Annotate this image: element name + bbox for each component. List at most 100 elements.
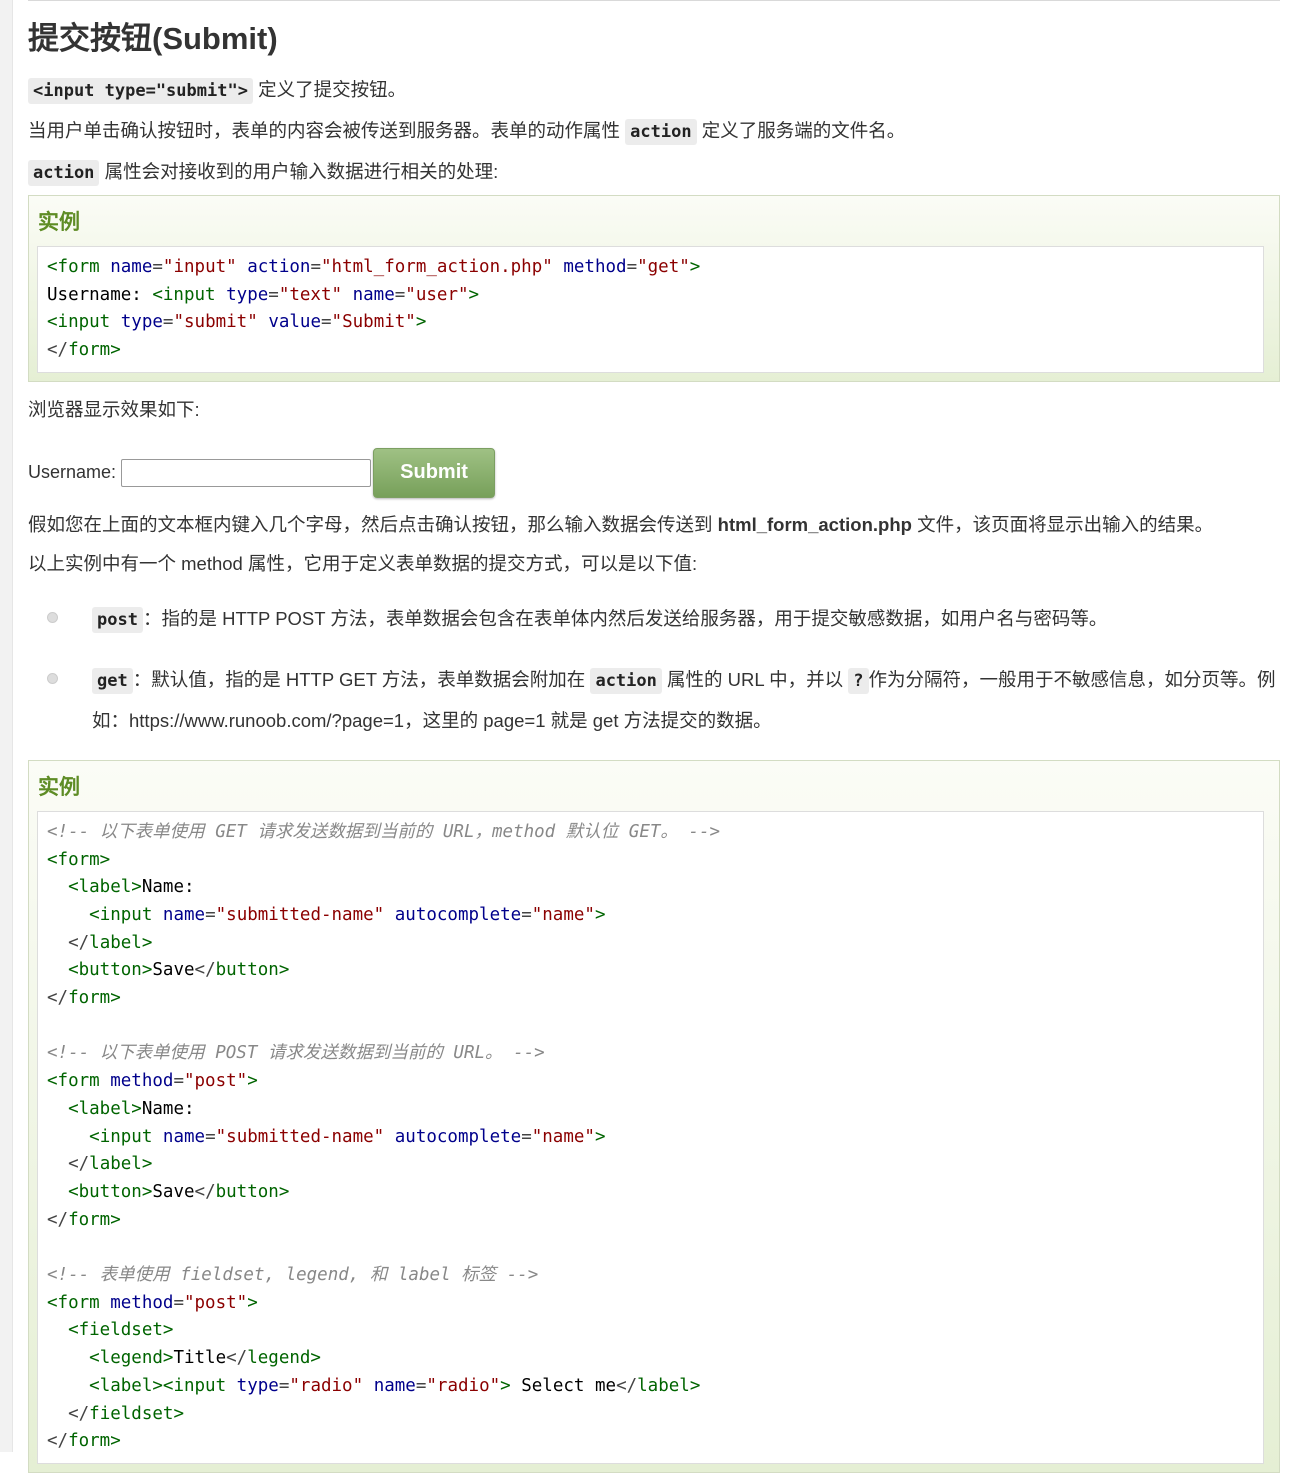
code-line: </form> xyxy=(47,1207,1254,1235)
code-line: <button>Save</button> xyxy=(47,1179,1254,1207)
code-token: > xyxy=(468,284,480,305)
code-token: button> xyxy=(215,1181,290,1202)
inline-code: <input type="submit"> xyxy=(28,78,253,104)
code-token: <input xyxy=(89,904,163,925)
code-token: = xyxy=(521,1126,532,1147)
code-token: "submit" xyxy=(173,312,258,333)
code-token: <form> xyxy=(47,849,111,870)
submit-button[interactable]: Submit xyxy=(373,447,496,498)
code-line: </form> xyxy=(47,337,1254,365)
code-token: </ xyxy=(194,960,216,981)
code-token: </ xyxy=(68,1154,90,1175)
code-line: <input type="submit" value="Submit"> xyxy=(47,309,1254,337)
code-line: <form method="post"> xyxy=(47,1068,1254,1096)
code-line: <!-- 以下表单使用 GET 请求发送数据到当前的 URL，method 默认… xyxy=(47,819,1254,847)
code-token: label> xyxy=(89,1154,153,1175)
code-token: = xyxy=(626,257,638,277)
code-token: = xyxy=(173,1071,184,1092)
inline-code: action xyxy=(625,119,697,145)
code-token: method xyxy=(563,257,627,277)
code-token: type xyxy=(236,1375,279,1396)
method-list: post ：指的是 HTTP POST 方法，表单数据会包含在表单体内然后发送给服… xyxy=(28,599,1280,740)
code-line: </label> xyxy=(47,1151,1254,1179)
code-token: form> xyxy=(68,1209,121,1230)
code-token: = xyxy=(521,904,532,925)
inline-code: action xyxy=(590,667,662,694)
code-token: <button> xyxy=(68,1181,153,1202)
text: 属性的 URL 中，并以 xyxy=(667,668,844,690)
code-token: = xyxy=(205,904,216,925)
code-token: = xyxy=(394,284,406,305)
code-line: </fieldset> xyxy=(47,1401,1254,1429)
code-token: </ xyxy=(47,988,69,1009)
text: ：指的是 HTTP POST 方法，表单数据会包含在表单体内然后发送给服务器，用… xyxy=(142,607,1108,629)
code-block-2: <!-- 以下表单使用 GET 请求发送数据到当前的 URL，method 默认… xyxy=(37,810,1264,1464)
code-token: <!-- 表单使用 fieldset, legend, 和 label 标签 -… xyxy=(47,1265,539,1286)
text: 当用户单击确认按钮时，表单的内容会被传送到服务器。表单的动作属性 xyxy=(28,120,621,141)
code-token: = xyxy=(162,312,174,333)
code-token: fieldset> xyxy=(89,1403,184,1424)
code-token: "radio" xyxy=(289,1375,364,1396)
code-token: label> xyxy=(89,932,153,953)
code-token: = xyxy=(173,1292,184,1313)
code-token: <input xyxy=(47,312,121,333)
code-token: > xyxy=(247,1292,258,1313)
example-box-2: 实例 <!-- 以下表单使用 GET 请求发送数据到当前的 URL，method… xyxy=(28,759,1280,1473)
demo-form: Username: Submit xyxy=(28,441,1280,505)
username-input[interactable] xyxy=(121,458,372,487)
code-token: button> xyxy=(215,960,290,981)
code-token: > xyxy=(500,1375,511,1396)
code-block-1: <form name="input" action="html_form_act… xyxy=(37,246,1264,373)
code-line: <legend>Title</legend> xyxy=(47,1345,1254,1373)
code-token: Save xyxy=(152,960,195,981)
browser-display-label: 浏览器显示效果如下: xyxy=(28,398,200,420)
code-token: <legend> xyxy=(89,1348,174,1369)
code-token: = xyxy=(321,312,332,333)
code-token: </ xyxy=(47,1431,69,1452)
article-content: 提交按钮(Submit) <input type="submit"> 定义了提交… xyxy=(28,0,1280,1473)
code-token: > xyxy=(247,1071,258,1092)
result-paragraph: 假如您在上面的文本框内键入几个字母，然后点击确认按钮，那么输入数据会传送到 ht… xyxy=(28,505,1280,544)
code-token: <form xyxy=(47,257,111,277)
text: 定义了服务端的文件名。 xyxy=(701,120,906,141)
code-token: "submitted-name" xyxy=(215,1126,385,1147)
code-line: <label><input type="radio" name="radio">… xyxy=(47,1373,1254,1401)
code-token: = xyxy=(205,1126,216,1147)
code-token: method xyxy=(110,1292,174,1313)
inline-code: action xyxy=(28,160,100,186)
code-token: "user" xyxy=(405,284,469,305)
code-token: <!-- 以下表单使用 GET 请求发送数据到当前的 URL，method 默认… xyxy=(47,821,721,842)
text: ：默认值，指的是 HTTP GET 方法，表单数据会附加在 xyxy=(132,668,586,690)
code-line: <label>Name: xyxy=(47,874,1254,902)
code-token: name xyxy=(373,1375,416,1396)
text: 假如您在上面的文本框内键入几个字母，然后点击确认按钮，那么输入数据会传送到 xyxy=(28,513,713,535)
code-token: Title xyxy=(173,1348,227,1369)
code-token: > xyxy=(594,904,606,925)
code-token: label> xyxy=(637,1375,701,1396)
code-token: Save xyxy=(152,1181,195,1202)
text: 定义了提交按钮。 xyxy=(258,79,407,100)
bullet-icon xyxy=(47,611,58,623)
code-line: <input name="submitted-name" autocomplet… xyxy=(47,902,1254,930)
code-token: <form xyxy=(47,1292,111,1313)
code-token: form> xyxy=(68,340,121,361)
code-token: "post" xyxy=(183,1292,248,1313)
code-token: "name" xyxy=(531,1126,595,1147)
code-token: "get" xyxy=(637,257,690,277)
username-label: Username: xyxy=(28,462,117,483)
code-token: <label><input xyxy=(89,1375,237,1396)
inline-code: post xyxy=(92,606,143,633)
code-token: action xyxy=(247,257,311,277)
code-token: = xyxy=(268,284,279,305)
